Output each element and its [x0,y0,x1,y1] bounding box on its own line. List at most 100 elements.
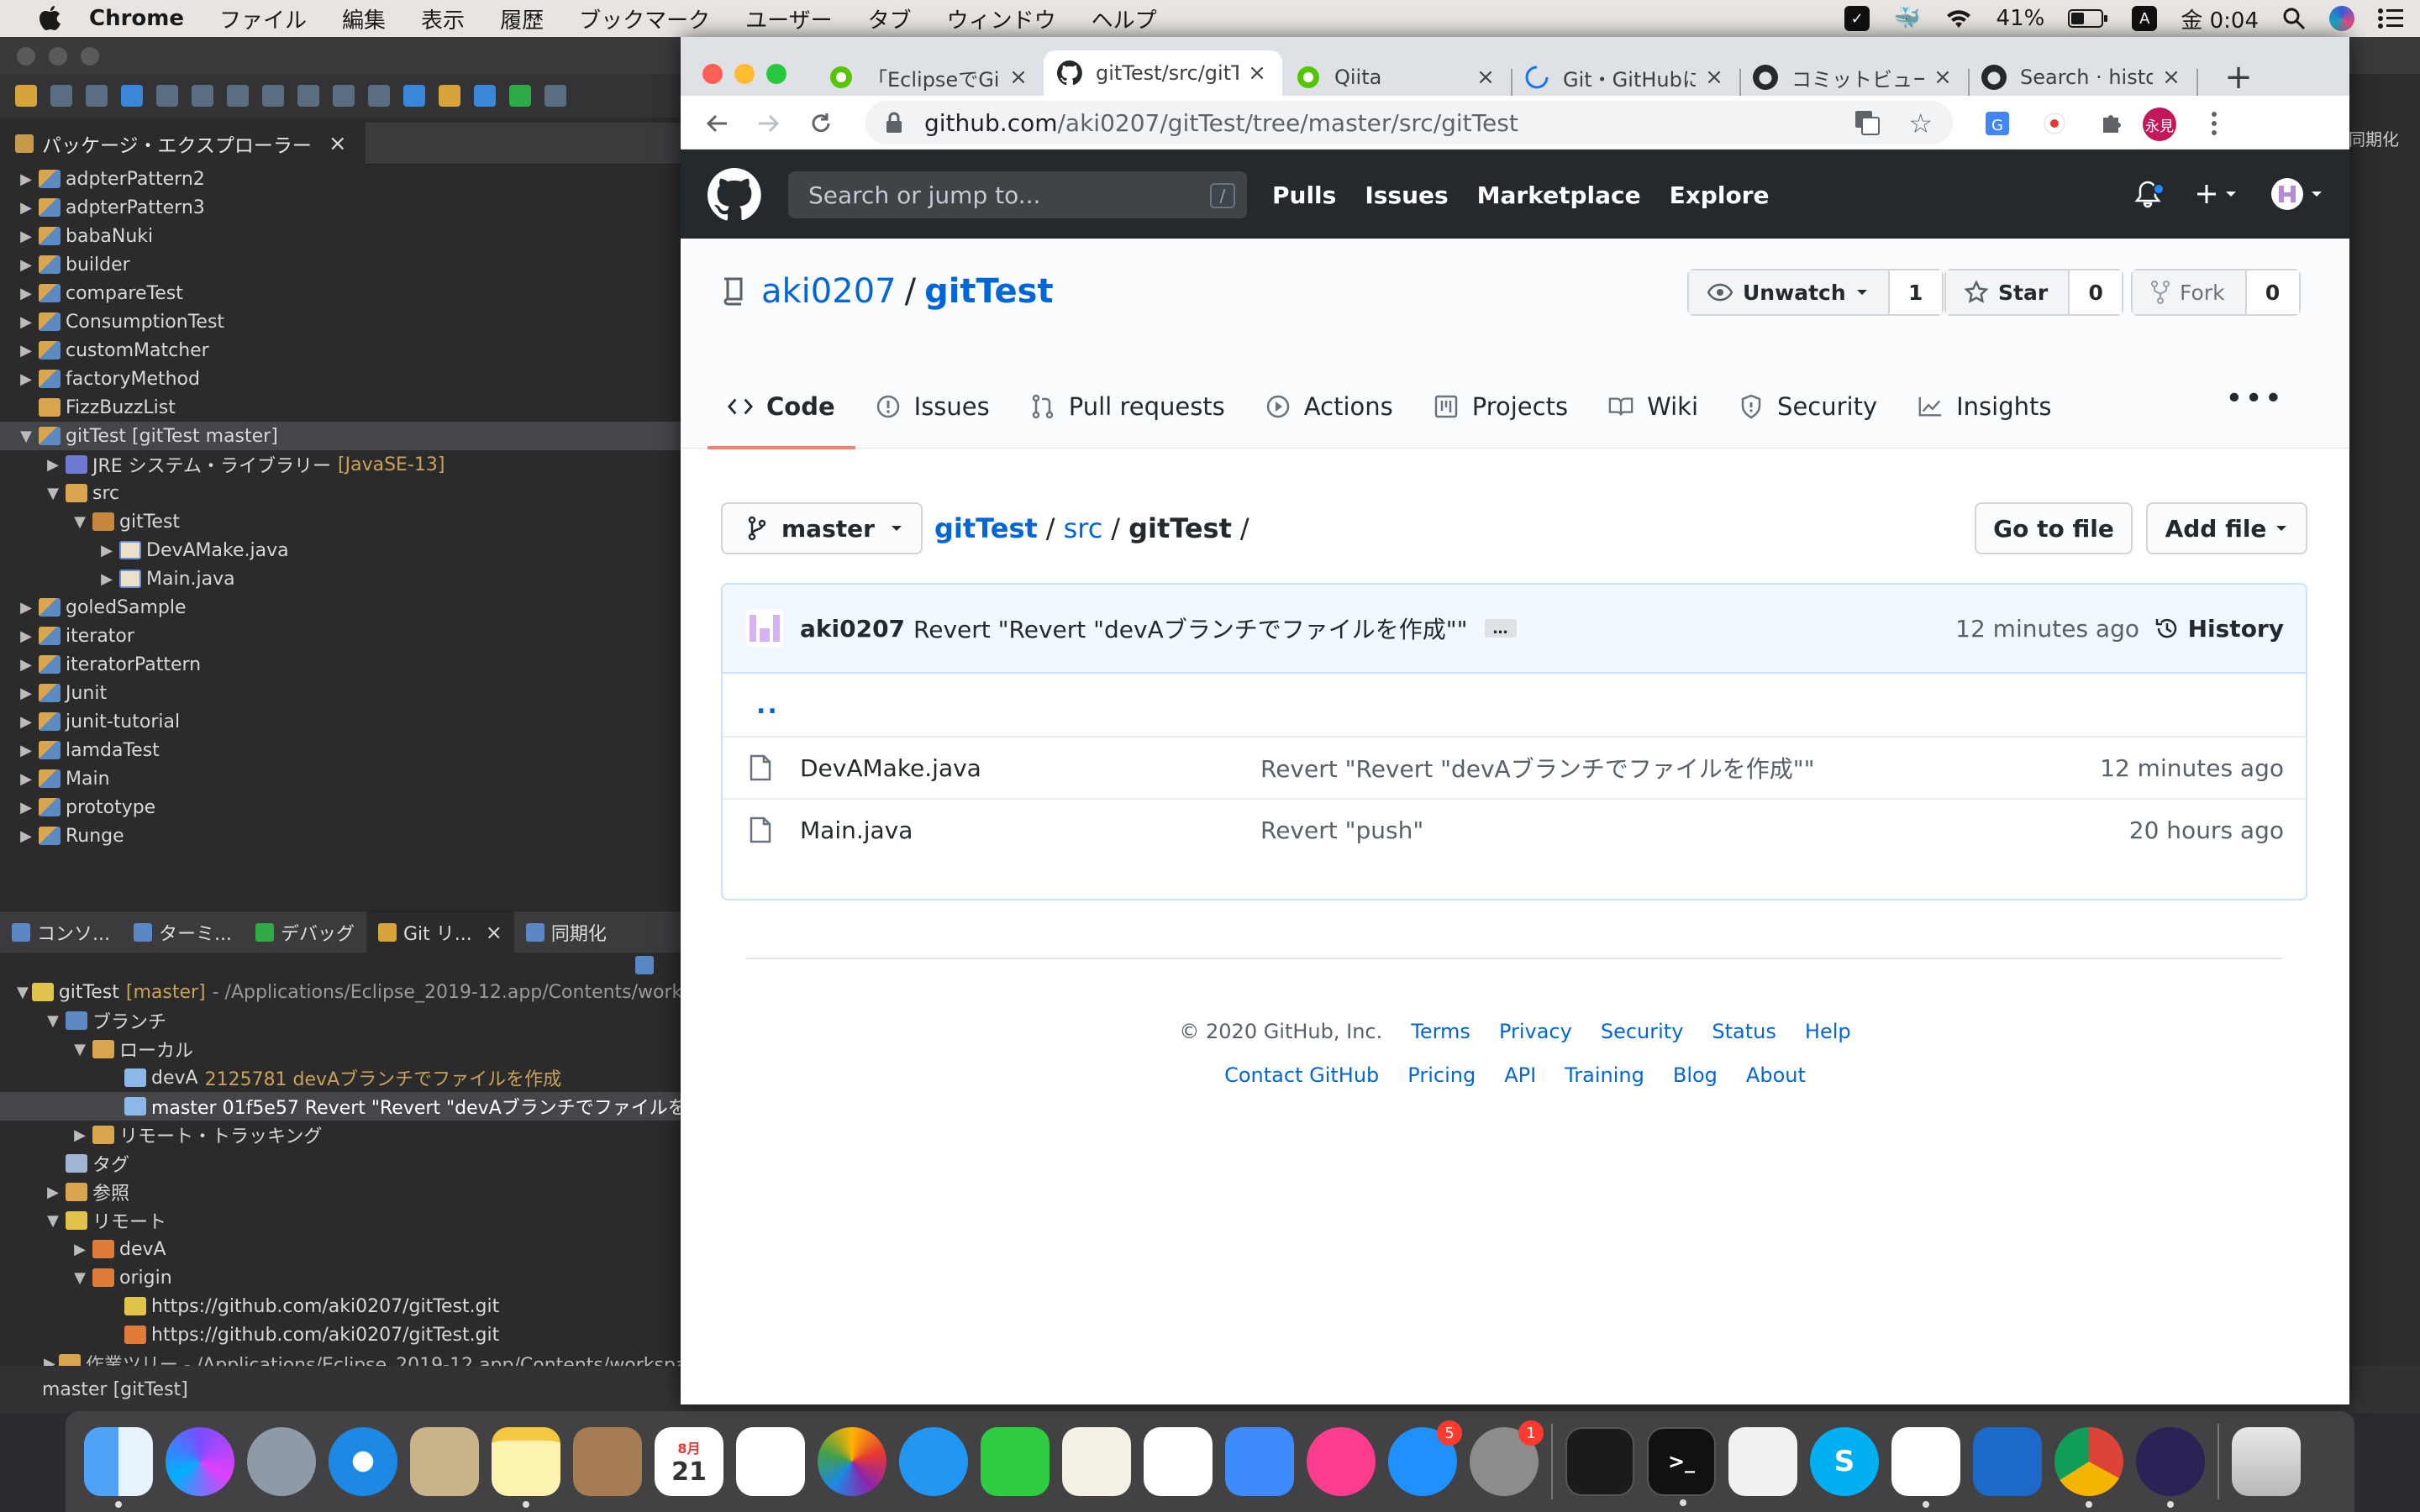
browser-tab[interactable]: Git・GitHubに × [1524,59,1726,96]
skype-icon[interactable]: S [1810,1427,1879,1496]
expand-arrow-icon[interactable]: ▶ [17,199,35,217]
expand-arrow-icon[interactable]: ▶ [17,627,35,645]
save-icon[interactable] [50,85,72,107]
safari-compass-icon[interactable] [329,1427,397,1496]
tree-project[interactable]: ▶ builder [0,250,681,279]
git-repo-row[interactable]: ▼ gitTest [master] - /Applications/Eclipse_… [0,978,681,1006]
disconnect-icon[interactable] [262,85,284,107]
tree-project[interactable]: ▶ junit-tutorial [0,707,681,736]
menu-edit[interactable]: 編集 [342,3,386,34]
footer-link-api[interactable]: API [1504,1063,1536,1097]
messages-bubble-icon[interactable] [899,1427,968,1496]
tree-project[interactable]: FizzBuzzList [0,393,681,422]
footer-link-privacy[interactable]: Privacy [1499,1020,1572,1053]
collapse-arrow-icon[interactable]: ▼ [44,1212,62,1230]
tab-projects[interactable]: Projects [1413,365,1588,449]
github-search-input[interactable]: Search or jump to... / [788,171,1247,218]
tree-package[interactable]: ▼ gitTest [0,507,681,536]
suspend-icon[interactable] [192,85,213,107]
lock-icon[interactable] [886,112,902,134]
contacts-icon[interactable] [573,1427,642,1496]
window-zoom-button[interactable] [766,64,786,84]
menubar-app-name[interactable]: Chrome [89,6,184,31]
collapse-arrow-icon[interactable]: ▼ [17,428,35,445]
footer-link-terms[interactable]: Terms [1411,1020,1470,1053]
outline-icon[interactable] [403,85,425,107]
photos-icon[interactable] [818,1427,886,1496]
expand-arrow-icon[interactable]: ▶ [17,599,35,617]
mail-stamp-icon[interactable] [410,1427,479,1496]
breadcrumb-src-link[interactable]: src [1064,512,1103,544]
docker-icon[interactable]: 🐳 [1893,6,1920,31]
menu-view[interactable]: 表示 [421,3,465,34]
input-mode-icon[interactable]: A [2132,6,2158,31]
browser-tab-active[interactable]: gitTest/src/gitTest × [1044,50,1282,96]
tree-project-git[interactable]: ▼ gitTest [gitTest master] [0,422,681,450]
forks-count[interactable]: 0 [2246,270,2299,314]
app-store-icon[interactable]: 5 [1388,1420,1462,1496]
tab-debug[interactable]: デバッグ [244,911,366,953]
collapse-arrow-icon[interactable]: ▼ [44,1012,62,1030]
collapse-arrow-icon[interactable]: ▼ [17,984,29,1001]
numbers-chart-icon[interactable] [1144,1427,1213,1496]
add-file-button[interactable]: Add file [2146,502,2307,554]
tree-project[interactable]: ▶ ConsumptionTest [0,307,681,336]
git-branches-row[interactable]: ▼ ブランチ [0,1006,681,1035]
translate-icon[interactable] [1854,109,1881,136]
battery-icon[interactable] [2068,8,2108,29]
trash-icon[interactable] [2232,1427,2301,1496]
expand-arrow-icon[interactable]: ▶ [17,370,35,388]
expand-arrow-icon[interactable]: ▶ [17,713,35,731]
address-bar[interactable]: github.com/aki0207/gitTest/tree/master/s… [865,101,1953,144]
settings-icon[interactable] [474,85,496,107]
forward-arrow-icon[interactable] [755,109,783,138]
unwatch-button[interactable]: Unwatch [1689,270,1890,314]
breadcrumb-root-link[interactable]: gitTest [934,512,1038,544]
finder-icon[interactable] [84,1427,153,1508]
footer-link-pricing[interactable]: Pricing [1407,1063,1476,1097]
expand-arrow-icon[interactable]: ▶ [17,685,35,702]
text-document-icon[interactable] [1728,1427,1797,1496]
expand-arrow-icon[interactable]: ▶ [71,1126,89,1144]
expand-arrow-icon[interactable]: ▶ [17,827,35,845]
spotlight-icon[interactable] [2282,7,2306,30]
expand-arrow-icon[interactable]: ▶ [17,256,35,274]
tab-actions[interactable]: Actions [1245,365,1413,449]
footer-link-help[interactable]: Help [1805,1020,1851,1053]
git-remote-devA[interactable]: ▶ devA [0,1235,681,1263]
fork-button[interactable]: Fork [2133,270,2247,314]
window-minimize-button[interactable] [734,64,755,84]
menu-help[interactable]: ヘルプ [1092,3,1157,34]
expand-arrow-icon[interactable]: ▶ [97,542,116,559]
new-icon[interactable] [15,85,37,107]
tab-wiki[interactable]: Wiki [1588,365,1718,449]
expand-arrow-icon[interactable]: ▶ [44,1184,62,1201]
tree-project[interactable]: ▶ Main [0,764,681,793]
tree-project[interactable]: ▶ babaNuki [0,222,681,250]
step-return-icon[interactable] [368,85,390,107]
git-refs-row[interactable]: ▶ 参照 [0,1178,681,1206]
tree-project[interactable]: ▶ customMatcher [0,336,681,365]
user-avatar-dropdown[interactable] [2270,177,2323,211]
tab-git-repositories[interactable]: Git リ... × [366,911,514,953]
tree-project[interactable]: ▶ compareTest [0,279,681,307]
commit-expand-button[interactable]: … [1484,619,1517,638]
nav-marketplace[interactable]: Marketplace [1477,181,1641,209]
footer-link-training[interactable]: Training [1565,1063,1644,1097]
expand-arrow-icon[interactable]: ▶ [44,456,62,474]
tab-issues[interactable]: Issues [855,365,1010,449]
keynote-icon[interactable] [1225,1427,1294,1496]
reminders-icon[interactable] [736,1427,805,1496]
footer-link-contact[interactable]: Contact GitHub [1224,1063,1379,1097]
step-into-icon[interactable] [297,85,319,107]
tree-project[interactable]: ▶ lamdaTest [0,736,681,764]
parent-directory-row[interactable]: .. [723,674,2306,736]
menu-history[interactable]: 履歴 [500,3,544,34]
wifi-icon[interactable] [1944,8,1973,29]
close-icon[interactable]: × [1702,65,1726,90]
expand-arrow-icon[interactable]: ▶ [17,285,35,302]
back-arrow-icon[interactable] [702,109,731,138]
nav-explore[interactable]: Explore [1670,181,1770,209]
expand-arrow-icon[interactable]: ▶ [17,171,35,188]
tree-project[interactable]: ▶ Junit [0,679,681,707]
